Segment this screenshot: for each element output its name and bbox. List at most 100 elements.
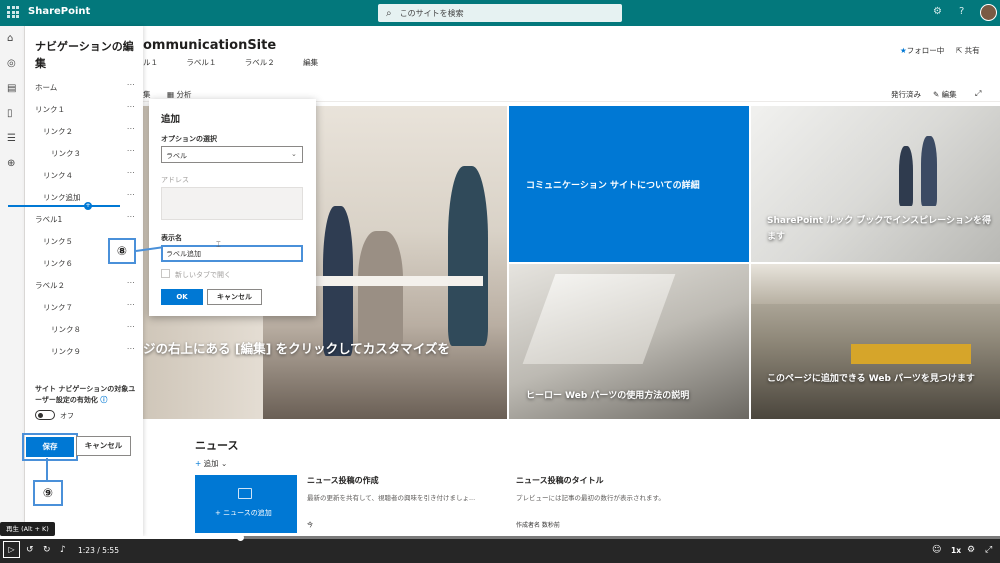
hero-tile-learn-text: コミュニケーション サイトについての詳細 xyxy=(526,181,700,191)
nav-item-label2[interactable]: ラベル２ xyxy=(35,280,65,291)
settings-icon[interactable]: ⚙ xyxy=(933,6,942,17)
news-item-title[interactable]: ニュース投稿の作成 xyxy=(307,475,379,486)
news-item-author: 作成者名 数秒前 xyxy=(516,522,560,529)
display-name-label: 表示名 xyxy=(161,234,182,242)
video-progress-handle[interactable] xyxy=(237,534,244,541)
news-icon xyxy=(238,488,252,499)
news-item-desc: 最新の更新を共有して、視聴者の興味を引き付けましょ... xyxy=(307,494,476,502)
edit-page-button[interactable]: ✎ 編集 xyxy=(933,89,957,100)
nav-item-link2[interactable]: リンク２ xyxy=(43,126,73,137)
cancel-button[interactable]: キャンセル xyxy=(76,436,131,456)
home-icon[interactable]: ⌂ xyxy=(7,33,13,44)
fullscreen-icon[interactable]: ⤢ xyxy=(985,545,992,555)
nav-item-link-add[interactable]: リンク追加 xyxy=(43,192,81,203)
hero-main-caption: ジの右上にある [編集] をクリックしてカスタマイズを xyxy=(143,341,450,356)
play-icon[interactable]: ▷ xyxy=(3,541,20,558)
nav-item-label1[interactable]: ラベル1 xyxy=(35,214,62,225)
more-options-icon[interactable]: ··· xyxy=(127,279,135,287)
globe-icon[interactable]: ◎ xyxy=(7,58,16,69)
more-options-icon[interactable]: ··· xyxy=(127,301,135,309)
more-options-icon[interactable]: ··· xyxy=(127,169,135,177)
nav-item-link9[interactable]: リンク９ xyxy=(51,346,81,357)
play-tooltip: 再生 (Alt + K) xyxy=(0,522,55,536)
panel-title: ナビゲーションの編集 xyxy=(35,40,134,70)
more-options-icon[interactable]: ··· xyxy=(127,323,135,331)
more-options-icon[interactable]: ··· xyxy=(127,147,135,155)
create-icon[interactable]: ⊕ xyxy=(7,158,15,169)
app-launcher-icon[interactable] xyxy=(7,6,19,18)
rewind-icon[interactable]: ↺ xyxy=(26,545,34,555)
playback-speed[interactable]: 1x xyxy=(951,546,961,555)
news-icon[interactable]: ▤ xyxy=(7,83,16,94)
nav-item-link3[interactable]: リンク３ xyxy=(51,148,81,159)
site-nav: ル１ ラベル１ ラベル２ 編集 xyxy=(143,57,344,68)
step-9-callout: ⑨ xyxy=(33,480,63,506)
new-tab-checkbox xyxy=(161,269,170,278)
audience-toggle[interactable] xyxy=(35,410,55,420)
document-icon[interactable]: ▯ xyxy=(7,108,13,119)
brand-name[interactable]: SharePoint xyxy=(28,6,90,17)
option-select-label: オプションの選択 xyxy=(161,135,217,143)
insert-link-line[interactable] xyxy=(8,205,120,207)
more-options-icon[interactable]: ··· xyxy=(127,345,135,353)
search-icon: ⌕ xyxy=(386,7,392,19)
more-options-icon[interactable]: ··· xyxy=(127,213,135,221)
news-add-button[interactable]: + 追加 ⌄ xyxy=(195,458,227,469)
video-control-bar xyxy=(0,536,1000,563)
ok-button[interactable]: OK xyxy=(161,289,203,305)
more-options-icon[interactable]: ··· xyxy=(127,125,135,133)
news-item-title[interactable]: ニュース投稿のタイトル xyxy=(516,475,604,486)
search-box[interactable]: ⌕ このサイトを検索 xyxy=(378,4,622,22)
captions-icon[interactable]: ☺ xyxy=(932,545,941,555)
site-nav-item[interactable]: ラベル１ xyxy=(186,58,216,67)
news-item-desc: プレビューには記事の最初の数行が表示されます。 xyxy=(516,494,665,502)
nav-item-home[interactable]: ホーム xyxy=(35,82,57,93)
more-options-icon[interactable]: ··· xyxy=(127,103,135,111)
nav-item-link4[interactable]: リンク４ xyxy=(43,170,73,181)
add-news-tile[interactable] xyxy=(195,475,297,533)
insert-plus-icon[interactable]: + xyxy=(84,202,92,210)
suite-bar: SharePoint ⌕ このサイトを検索 ⚙ ? xyxy=(0,0,1000,26)
follow-button[interactable]: ★フォロー中 xyxy=(900,45,944,56)
volume-icon[interactable]: ♪ xyxy=(60,545,66,555)
nav-item-link1[interactable]: リンク１ xyxy=(35,104,65,115)
news-add-label: 追加 xyxy=(203,459,219,468)
expand-icon[interactable]: ⤢ xyxy=(975,89,981,99)
avatar[interactable] xyxy=(980,4,997,21)
plus-icon: + xyxy=(195,459,204,468)
share-label: 共有 xyxy=(964,46,980,55)
text-cursor-icon: ⌶ xyxy=(216,240,221,249)
more-options-icon[interactable]: ··· xyxy=(127,191,135,199)
share-button[interactable]: ⇱ 共有 xyxy=(956,45,980,56)
site-nav-edit[interactable]: 編集 xyxy=(303,58,318,67)
video-progress-fill xyxy=(0,536,240,539)
more-options-icon[interactable]: ··· xyxy=(127,81,135,89)
edit-label: 編集 xyxy=(941,90,957,99)
search-placeholder: このサイトを検索 xyxy=(399,8,464,18)
share-icon: ⇱ xyxy=(956,46,965,55)
site-nav-item[interactable]: ル１ xyxy=(143,58,158,67)
forward-icon[interactable]: ↻ xyxy=(43,545,51,555)
nav-item-link8[interactable]: リンク８ xyxy=(51,324,81,335)
published-status: 発行済み xyxy=(891,90,921,99)
nav-item-link7[interactable]: リンク７ xyxy=(43,302,73,313)
left-app-rail: ⌂ ◎ ▤ ▯ ☰ ⊕ xyxy=(0,26,25,536)
list-icon[interactable]: ☰ xyxy=(7,133,16,144)
step-8-callout: ⑧ xyxy=(108,238,136,264)
news-item-author: 今 xyxy=(307,522,314,529)
site-nav-item[interactable]: ラベル２ xyxy=(245,58,275,67)
dialog-cancel-button[interactable]: キャンセル xyxy=(207,289,262,305)
nav-item-link5[interactable]: リンク５ xyxy=(43,236,73,247)
hero-tile-hero-usage-text: ヒーロー Web パーツの使用方法の説明 xyxy=(526,391,690,401)
save-button[interactable]: 保存 xyxy=(22,433,78,461)
audience-targeting-label: サイト ナビゲーションの対象ユーザー設定の有効化 ⓘ xyxy=(35,384,139,406)
hero-tile-webparts[interactable] xyxy=(751,264,1000,419)
info-icon[interactable]: ⓘ xyxy=(100,396,107,404)
analytics-label: 分析 xyxy=(176,90,192,99)
video-settings-icon[interactable]: ⚙ xyxy=(967,545,975,555)
site-title[interactable]: ommunicationSite xyxy=(143,38,276,53)
nav-item-link6[interactable]: リンク６ xyxy=(43,258,73,269)
dialog-title: 追加 xyxy=(161,114,181,125)
news-section-title: ニュース xyxy=(195,439,239,452)
help-icon[interactable]: ? xyxy=(959,6,964,17)
